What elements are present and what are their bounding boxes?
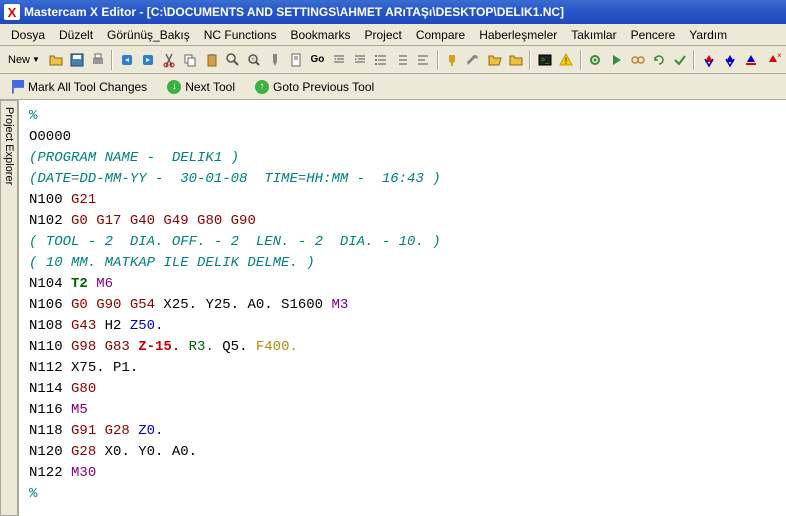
next-tool-button[interactable]: ↓ Next Tool	[163, 78, 239, 96]
nav1-icon[interactable]	[699, 50, 718, 70]
svg-text:×: ×	[777, 52, 781, 60]
chain-icon[interactable]	[628, 50, 647, 70]
menu-file[interactable]: Dosya	[4, 26, 52, 44]
reload-icon[interactable]	[649, 50, 668, 70]
warning-icon[interactable]: !	[557, 50, 576, 70]
gear-icon[interactable]	[586, 50, 605, 70]
new-button[interactable]: New▼	[4, 52, 44, 68]
prev-tool-label: Goto Previous Tool	[273, 80, 374, 94]
menu-bookmarks[interactable]: Bookmarks	[283, 26, 357, 44]
redo-icon[interactable]	[139, 50, 158, 70]
mark-all-label: Mark All Tool Changes	[28, 80, 147, 94]
arrow-up-icon: ↑	[255, 80, 269, 94]
app-icon: X	[4, 4, 20, 20]
prev-tool-button[interactable]: ↑ Goto Previous Tool	[251, 78, 378, 96]
menu-compare[interactable]: Compare	[409, 26, 472, 44]
folder-icon[interactable]	[506, 50, 525, 70]
mark-all-button[interactable]: Mark All Tool Changes	[8, 78, 151, 96]
nav2-icon[interactable]	[721, 50, 740, 70]
open-icon[interactable]	[46, 50, 65, 70]
undo-icon[interactable]	[117, 50, 136, 70]
indent-left-icon[interactable]	[329, 50, 348, 70]
svg-text:>_: >_	[541, 57, 549, 64]
indent-right-icon[interactable]	[350, 50, 369, 70]
svg-text:!: !	[565, 56, 568, 66]
menu-window[interactable]: Pencere	[624, 26, 683, 44]
next-tool-label: Next Tool	[185, 80, 235, 94]
paste-icon[interactable]	[202, 50, 221, 70]
nav4-icon[interactable]: ×	[763, 50, 782, 70]
code-editor[interactable]: % O0000 (PROGRAM NAME - DELIK1 ) (DATE=D…	[18, 100, 786, 516]
copy-icon[interactable]	[181, 50, 200, 70]
check-icon[interactable]	[670, 50, 689, 70]
arrow-down-icon: ↓	[167, 80, 181, 94]
window-title: Mastercam X Editor - [C:\DOCUMENTS AND S…	[24, 5, 564, 19]
menubar: Dosya Düzelt Görünüş_Bakış NC Functions …	[0, 24, 786, 46]
flag-icon	[12, 80, 24, 94]
titlebar: X Mastercam X Editor - [C:\DOCUMENTS AND…	[0, 0, 786, 24]
project-explorer-tab[interactable]: Project Explorer	[0, 100, 18, 516]
menu-comm[interactable]: Haberleşmeler	[472, 26, 564, 44]
menu-project[interactable]: Project	[357, 26, 408, 44]
list-icon[interactable]	[371, 50, 390, 70]
svg-text:+: +	[251, 57, 255, 63]
toolbar-main: New▼ + Go >_ ! ×	[0, 46, 786, 74]
align-icon[interactable]	[414, 50, 433, 70]
menu-help[interactable]: Yardım	[682, 26, 734, 44]
find-icon[interactable]	[223, 50, 242, 70]
play-icon[interactable]	[607, 50, 626, 70]
tool-icon[interactable]	[266, 50, 285, 70]
nav3-icon[interactable]	[742, 50, 761, 70]
menu-view[interactable]: Görünüş_Bakış	[100, 26, 197, 44]
workspace: Project Explorer % O0000 (PROGRAM NAME -…	[0, 100, 786, 516]
toolbar-tool: Mark All Tool Changes ↓ Next Tool ↑ Goto…	[0, 74, 786, 100]
trophy-icon[interactable]	[443, 50, 462, 70]
go-icon[interactable]: Go	[308, 50, 327, 70]
cut-icon[interactable]	[160, 50, 179, 70]
folder-open-icon[interactable]	[485, 50, 504, 70]
zoom-icon[interactable]: +	[244, 50, 263, 70]
save-icon[interactable]	[67, 50, 86, 70]
menu-nc[interactable]: NC Functions	[197, 26, 284, 44]
bullet-icon[interactable]	[392, 50, 411, 70]
print-icon[interactable]	[88, 50, 107, 70]
terminal-icon[interactable]: >_	[535, 50, 554, 70]
doc-icon[interactable]	[287, 50, 306, 70]
menu-tools[interactable]: Takımlar	[564, 26, 623, 44]
menu-edit[interactable]: Düzelt	[52, 26, 100, 44]
wrench-icon[interactable]	[464, 50, 483, 70]
